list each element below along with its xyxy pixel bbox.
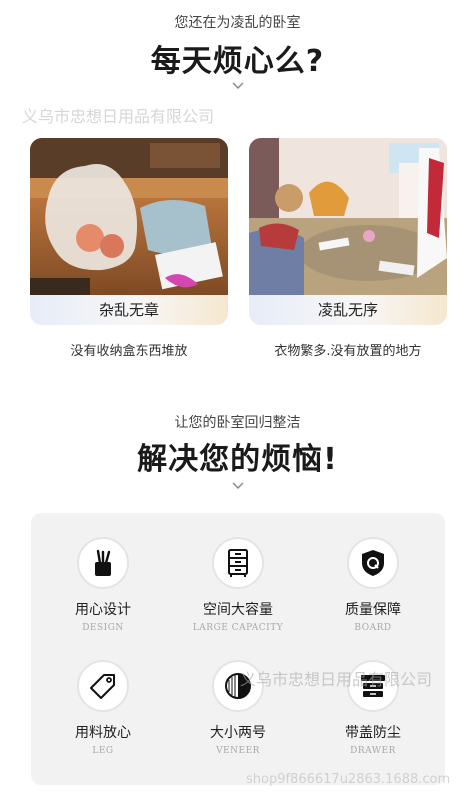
feature-lid-subtitle: DRAWER — [350, 746, 396, 756]
feature-material-subtitle: LEG — [92, 746, 114, 756]
tag-icon — [77, 660, 129, 712]
intro-headline: 每天烦心么? — [150, 44, 325, 79]
solution-headline: 解决您的烦恼! — [137, 442, 338, 477]
clutter-card-label: 杂乱无章 — [30, 295, 228, 325]
shield-q-icon — [347, 537, 399, 589]
messy-room-caption: 衣物繁多.没有放置的地方 — [274, 344, 422, 359]
chevron-down-icon — [0, 482, 475, 494]
clutter-caption: 没有收纳盒东西堆放 — [70, 344, 188, 359]
pen-holder-icon — [77, 537, 129, 589]
feature-design-title: 用心设计 — [75, 602, 131, 618]
chevron-down-icon — [0, 82, 475, 94]
feature-quality-subtitle: BOARD — [354, 623, 392, 633]
feature-sizes-title: 大小两号 — [210, 725, 266, 741]
intro-subtitle: 您还在为凌乱的卧室 — [174, 15, 301, 31]
feature-design-subtitle: DESIGN — [82, 623, 124, 633]
feature-quality-title: 质量保障 — [345, 602, 401, 618]
messy-room-card-label: 凌乱无序 — [249, 295, 447, 325]
drawer-cabinet-icon — [212, 537, 264, 589]
feature-capacity-title: 空间大容量 — [203, 602, 273, 618]
cluttered-desk-photo — [30, 138, 228, 295]
watermark-middle: 义乌市忠想日用品有限公司 — [240, 670, 433, 689]
solution-subtitle: 让您的卧室回归整洁 — [174, 415, 301, 431]
messy-room-card: 凌乱无序 — [249, 138, 447, 325]
clutter-card: 杂乱无章 — [30, 138, 228, 325]
watermark-bottom: shop9f866617u2863.1688.com — [246, 772, 451, 787]
feature-lid-title: 带盖防尘 — [345, 725, 401, 741]
watermark-top: 义乌市忠想日用品有限公司 — [22, 107, 215, 126]
feature-capacity-subtitle: LARGE CAPACITY — [192, 623, 284, 633]
feature-material-title: 用料放心 — [75, 725, 131, 741]
feature-panel: 用心设计 DESIGN 空间大容量 LARGE CAPACITY 质量保障 BO… — [31, 513, 445, 785]
feature-quality: 质量保障 BOARD — [313, 537, 433, 633]
feature-sizes-subtitle: VENEER — [216, 746, 260, 756]
messy-bedroom-photo — [249, 138, 447, 295]
feature-design: 用心设计 DESIGN — [43, 537, 163, 633]
feature-material: 用料放心 LEG — [43, 660, 163, 756]
feature-capacity: 空间大容量 LARGE CAPACITY — [178, 537, 298, 633]
